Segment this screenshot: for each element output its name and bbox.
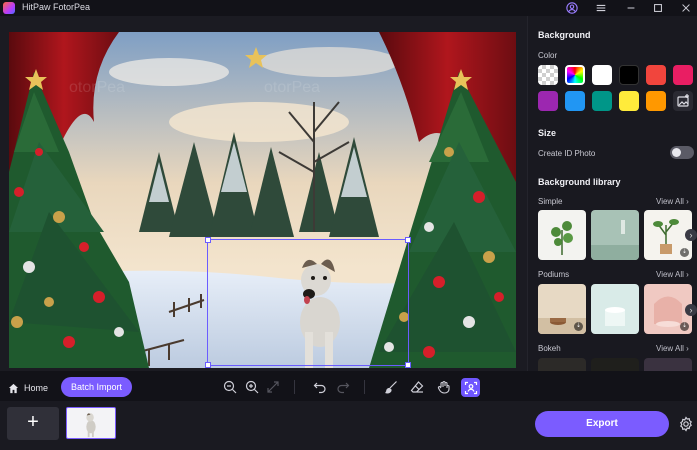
- toolbar-divider: [294, 380, 295, 394]
- simple-bg-plant-thumb[interactable]: [538, 210, 586, 260]
- ai-select-icon[interactable]: [461, 378, 480, 397]
- home-label: Home: [24, 383, 49, 393]
- export-button[interactable]: Export: [535, 411, 669, 437]
- swatch-red[interactable]: [646, 65, 666, 85]
- home-button[interactable]: Home: [8, 381, 48, 395]
- swatch-white[interactable]: [592, 65, 612, 85]
- bokeh-thumb-3[interactable]: [644, 358, 692, 371]
- id-photo-toggle[interactable]: [670, 146, 694, 159]
- simple-next-arrow-icon[interactable]: ›: [685, 229, 697, 241]
- zoom-out-icon[interactable]: [221, 378, 239, 396]
- undo-icon[interactable]: [311, 378, 329, 396]
- zoom-in-icon[interactable]: [243, 378, 261, 396]
- footer-bar: + Export: [0, 401, 697, 450]
- podiums-view-all-link[interactable]: View All ›: [656, 270, 689, 279]
- download-icon: ⇣: [574, 322, 583, 331]
- background-title: Background: [538, 30, 591, 40]
- id-photo-label: Create ID Photo: [538, 149, 596, 158]
- resize-handle-top-left[interactable]: [205, 237, 211, 243]
- svg-text:otorPea: otorPea: [69, 79, 125, 96]
- bokeh-label: Bokeh: [538, 344, 561, 353]
- menu-icon[interactable]: [594, 1, 608, 15]
- brush-icon[interactable]: [382, 378, 400, 396]
- background-panel: Background Color Size Create ID Photo Ba…: [527, 16, 697, 371]
- podium-mint-thumb[interactable]: [591, 284, 639, 334]
- swatch-custom-color[interactable]: [565, 65, 585, 85]
- home-icon: [8, 383, 19, 393]
- bokeh-view-all-link[interactable]: View All ›: [656, 344, 689, 353]
- swatch-purple[interactable]: [538, 91, 558, 111]
- library-title: Background library: [538, 177, 621, 187]
- swatch-pink[interactable]: [673, 65, 693, 85]
- hand-pan-icon[interactable]: [435, 378, 453, 396]
- podiums-next-arrow-icon[interactable]: ›: [685, 304, 697, 316]
- maximize-icon[interactable]: [651, 1, 665, 15]
- app-logo-icon: [3, 2, 15, 14]
- podiums-label: Podiums: [538, 270, 570, 279]
- bokeh-thumb-1[interactable]: [538, 358, 586, 371]
- eraser-icon[interactable]: [408, 378, 426, 396]
- app-title: HitPaw FotorPea: [22, 2, 91, 12]
- close-icon[interactable]: [679, 1, 693, 15]
- download-icon: ⇣: [680, 248, 689, 257]
- svg-text:otorPea: otorPea: [264, 79, 320, 96]
- resize-handle-bottom-right[interactable]: [405, 362, 411, 368]
- toolbar-divider: [364, 380, 365, 394]
- simple-label: Simple: [538, 197, 563, 206]
- swatch-transparent[interactable]: [538, 65, 558, 85]
- resize-handle-top-right[interactable]: [405, 237, 411, 243]
- swatch-yellow[interactable]: [619, 91, 639, 111]
- account-icon[interactable]: [565, 1, 579, 15]
- minimize-icon[interactable]: [624, 1, 638, 15]
- selection-box[interactable]: [205, 237, 411, 368]
- image-thumbnail[interactable]: [66, 407, 116, 439]
- add-image-button[interactable]: +: [7, 407, 59, 440]
- simple-bg-wall-thumb[interactable]: [591, 210, 639, 260]
- swatch-orange[interactable]: [646, 91, 666, 111]
- podium-wood-thumb[interactable]: ⇣: [538, 284, 586, 334]
- size-title: Size: [538, 128, 557, 138]
- swatch-black[interactable]: [619, 65, 639, 85]
- swatch-blue[interactable]: [565, 91, 585, 111]
- batch-import-button[interactable]: Batch Import: [61, 377, 132, 397]
- redo-icon[interactable]: [334, 378, 352, 396]
- bokeh-thumb-2[interactable]: [591, 358, 639, 371]
- download-icon: ⇣: [680, 322, 689, 331]
- fit-screen-icon[interactable]: [264, 378, 282, 396]
- add-image-icon[interactable]: [673, 91, 693, 111]
- swatch-teal[interactable]: [592, 91, 612, 111]
- resize-handle-bottom-left[interactable]: [205, 362, 211, 368]
- toggle-knob: [672, 148, 681, 157]
- title-bar: HitPaw FotorPea: [0, 0, 697, 16]
- simple-view-all-link[interactable]: View All ›: [656, 197, 689, 206]
- image-canvas[interactable]: otorPea otorPea: [9, 32, 516, 368]
- editor-toolbar: Home Batch Import: [0, 371, 697, 401]
- settings-gear-icon[interactable]: [678, 416, 694, 432]
- color-label: Color: [538, 51, 558, 60]
- canvas-area: otorPea otorPea: [0, 16, 527, 371]
